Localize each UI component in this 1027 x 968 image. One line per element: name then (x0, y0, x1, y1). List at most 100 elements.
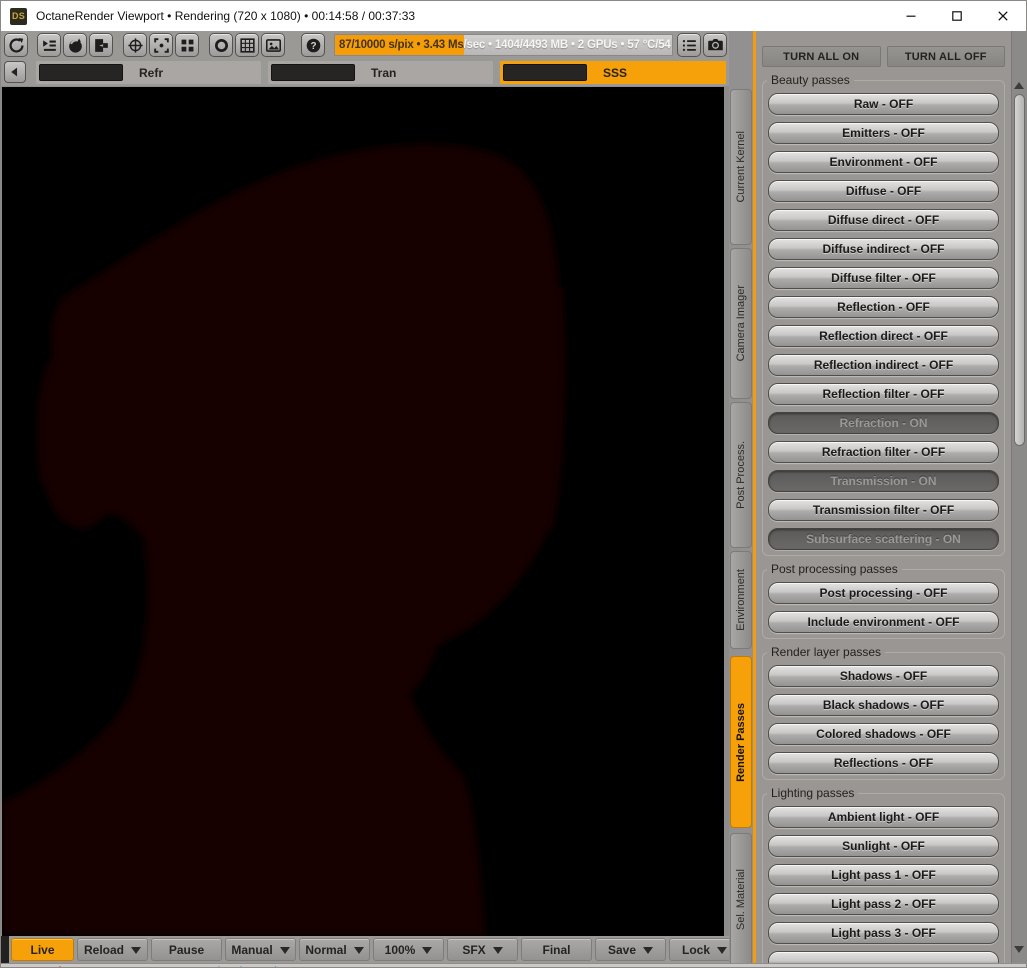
panel-tab-strip: Current Kernel Camera Imager Post Process.… (729, 31, 753, 967)
ring-icon (212, 36, 231, 55)
control-live-button[interactable]: Live (11, 938, 74, 961)
tab-current-kernel[interactable]: Current Kernel (730, 89, 752, 245)
section-title: Post processing passes (767, 562, 902, 576)
pass-toggle-transmission-filter-off[interactable]: Transmission filter - OFF (768, 499, 999, 521)
control-manual-button[interactable]: Manual (225, 938, 296, 961)
scrollbar-thumb[interactable] (1013, 94, 1025, 446)
background-options-link[interactable]: Options (36, 964, 85, 967)
pass-thumbnail (39, 64, 123, 81)
crosshair-button[interactable] (123, 33, 147, 57)
pass-toggle-light-pass-1-off[interactable]: Light pass 1 - OFF (768, 864, 999, 886)
titlebar: DS OctaneRender Viewport • Rendering (72… (1, 1, 1026, 31)
control-100-button[interactable]: 100% (373, 938, 444, 961)
app-icon: DS (10, 7, 27, 25)
pass-toggle-light-pass-3-off[interactable]: Light pass 3 - OFF (768, 922, 999, 944)
pass-toggle-post-processing-off[interactable]: Post processing - OFF (768, 582, 999, 604)
pass-toggle-subsurface-scattering-on[interactable]: Subsurface scattering - ON (768, 528, 999, 550)
background-upload-attachment-link[interactable]: Upload attachment (201, 964, 310, 967)
focus-picker-button[interactable] (149, 33, 173, 57)
pass-thumbnail (503, 64, 587, 81)
section-post-processing-passes: Post processing passes Post processing - … (762, 562, 1005, 639)
refresh-button[interactable] (4, 33, 28, 57)
back-arrow-icon (11, 67, 18, 77)
pass-toggle-diffuse-indirect-off[interactable]: Diffuse indirect - OFF (768, 238, 999, 260)
pass-toggle-reflections-off[interactable]: Reflections - OFF (768, 752, 999, 774)
quad-view-button[interactable] (175, 33, 199, 57)
pass-toggle-refraction-on[interactable]: Refraction - ON (768, 412, 999, 434)
tab-post-process[interactable]: Post Process. (730, 402, 752, 548)
pass-preview-refr[interactable]: Refr (36, 61, 261, 84)
pass-toggle-sunlight-off[interactable]: Sunlight - OFF (768, 835, 999, 857)
pass-toggle-reflection-indirect-off[interactable]: Reflection indirect - OFF (768, 354, 999, 376)
pass-toggle-diffuse-direct-off[interactable]: Diffuse direct - OFF (768, 209, 999, 231)
pass-toggle-refraction-filter-off[interactable]: Refraction filter - OFF (768, 441, 999, 463)
previous-pass-button[interactable] (4, 61, 26, 83)
pass-toggle-item[interactable] (768, 951, 999, 963)
pass-toggle-raw-off[interactable]: Raw - OFF (768, 93, 999, 115)
scroll-up-button[interactable] (1013, 79, 1025, 92)
head-silhouette (2, 144, 565, 936)
pass-toggle-include-environment-off[interactable]: Include environment - OFF (768, 611, 999, 633)
control-pause-button[interactable]: Pause (151, 938, 222, 961)
tab-label: Current Kernel (735, 131, 747, 203)
node-link-button[interactable] (89, 33, 113, 57)
node-link-icon (92, 36, 111, 55)
render-priority-button[interactable] (37, 33, 61, 57)
pass-toggle-transmission-on[interactable]: Transmission - ON (768, 470, 999, 492)
pass-preview-tran[interactable]: Tran (268, 61, 493, 84)
scroll-down-button[interactable] (1013, 943, 1025, 956)
control-sfx-button[interactable]: SFX (447, 938, 518, 961)
pass-toggle-colored-shadows-off[interactable]: Colored shadows - OFF (768, 723, 999, 745)
crosshair-icon (126, 36, 145, 55)
maximize-icon (952, 11, 962, 21)
panel-scrollbar[interactable] (1011, 31, 1026, 963)
pass-toggle-diffuse-off[interactable]: Diffuse - OFF (768, 180, 999, 202)
pass-toggle-light-pass-2-off[interactable]: Light pass 2 - OFF (768, 893, 999, 915)
pass-toggle-diffuse-filter-off[interactable]: Diffuse filter - OFF (768, 267, 999, 289)
tab-sel-material[interactable]: Sel. Material (730, 833, 752, 967)
pass-preview-sss[interactable]: SSS (500, 61, 726, 84)
minimize-button[interactable] (888, 1, 934, 31)
turn-all-on-button[interactable]: TURN ALL ON (762, 46, 881, 67)
night-mode-button[interactable] (63, 33, 87, 57)
pass-preview-label: Refr (139, 65, 164, 80)
pass-toggle-black-shadows-off[interactable]: Black shadows - OFF (768, 694, 999, 716)
pass-toggle-shadows-off[interactable]: Shadows - OFF (768, 665, 999, 687)
control-final-button[interactable]: Final (521, 938, 592, 961)
tab-camera-imager[interactable]: Camera Imager (730, 248, 752, 399)
ring-button[interactable] (209, 33, 233, 57)
render-viewport[interactable] (1, 86, 729, 936)
refresh-icon (7, 36, 26, 55)
control-reload-button[interactable]: Reload (77, 938, 148, 961)
snapshot-camera-icon (706, 36, 725, 55)
pass-toggle-reflection-direct-off[interactable]: Reflection direct - OFF (768, 325, 999, 347)
pass-toggle-ambient-light-off[interactable]: Ambient light - OFF (768, 806, 999, 828)
section-title: Lighting passes (767, 786, 859, 800)
rendered-image (2, 87, 724, 936)
turn-all-off-button[interactable]: TURN ALL OFF (886, 46, 1005, 67)
tab-environment[interactable]: Environment (730, 551, 752, 649)
pass-toggle-emitters-off[interactable]: Emitters - OFF (768, 122, 999, 144)
render-progress-fill: 87/10000 s/pix • 3.43 Ms/sec • 1404/4493… (335, 35, 464, 55)
subdivision-grid-button[interactable] (235, 33, 259, 57)
pass-toggle-environment-off[interactable]: Environment - OFF (768, 151, 999, 173)
render-log-icon (680, 36, 699, 55)
dropdown-arrow-icon (131, 947, 141, 954)
pass-toggle-reflection-off[interactable]: Reflection - OFF (768, 296, 999, 318)
render-passes-panel: TURN ALL ON TURN ALL OFF Beauty passes Ra… (756, 31, 1011, 963)
tab-render-passes[interactable]: Render Passes (730, 656, 752, 828)
close-button[interactable] (980, 1, 1026, 31)
save-image-button[interactable] (261, 33, 285, 57)
tab-label: Environment (735, 569, 747, 631)
dropdown-arrow-icon (643, 947, 654, 954)
render-log-button[interactable] (677, 33, 701, 57)
maximize-button[interactable] (934, 1, 980, 31)
pass-toggle-reflection-filter-off[interactable]: Reflection filter - OFF (768, 383, 999, 405)
tab-label: Render Passes (735, 702, 747, 782)
snapshot-camera-button[interactable] (703, 33, 727, 57)
quad-view-icon (178, 36, 197, 55)
control-save-button[interactable]: Save (595, 938, 666, 961)
help-button[interactable]: ? (301, 33, 325, 57)
render-control-toolbar: Live Reload Pause Manual Normal 100% SFX Final S… (1, 936, 740, 963)
control-normal-button[interactable]: Normal (299, 938, 370, 961)
